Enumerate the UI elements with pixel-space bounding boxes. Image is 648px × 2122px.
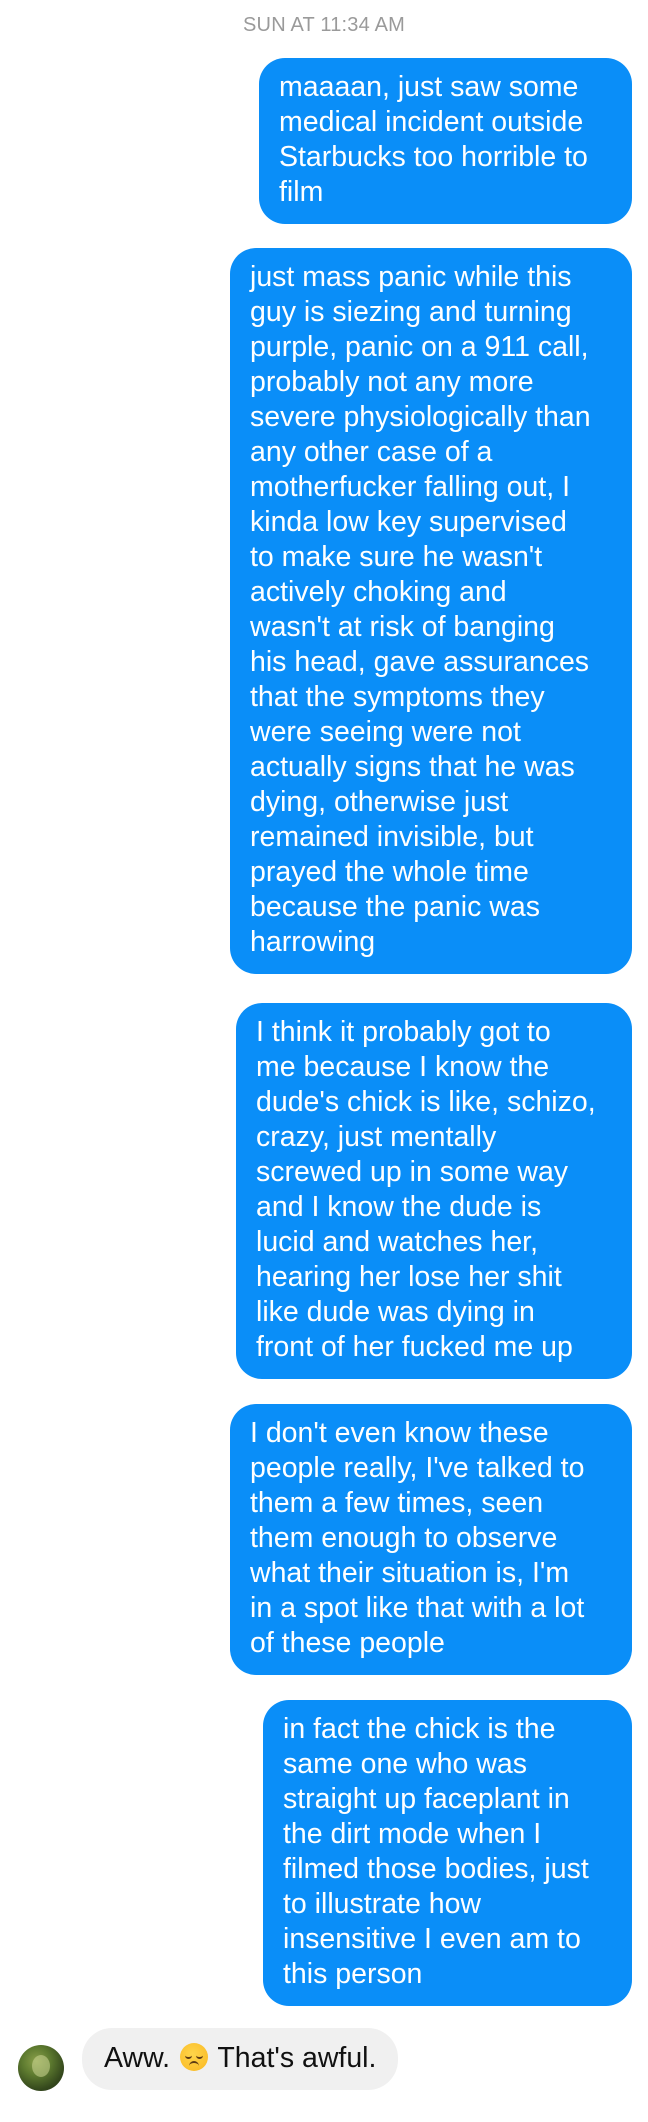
incoming-message-text-start: Aww.	[104, 2042, 171, 2074]
outgoing-message-bubble[interactable]: just mass panic while this guy is siezin…	[230, 248, 632, 974]
disappointed-face-icon	[179, 2043, 208, 2071]
outgoing-message-bubble[interactable]: I think it probably got to me because I …	[236, 1003, 632, 1379]
incoming-message-row: Aww. That's awful.	[18, 2028, 399, 2091]
message-timestamp: SUN AT 11:34 AM	[243, 14, 405, 36]
contact-avatar[interactable]	[18, 2045, 64, 2091]
outgoing-message-bubble[interactable]: in fact the chick is the same one who wa…	[263, 1700, 632, 2006]
outgoing-message-bubble[interactable]: I don't even know these people really, I…	[230, 1404, 632, 1675]
outgoing-message-bubble[interactable]: maaaan, just saw some medical incident o…	[259, 58, 632, 224]
incoming-message-text-end: That's awful.	[217, 2042, 377, 2074]
incoming-message-bubble[interactable]: Aww. That's awful.	[82, 2028, 399, 2090]
